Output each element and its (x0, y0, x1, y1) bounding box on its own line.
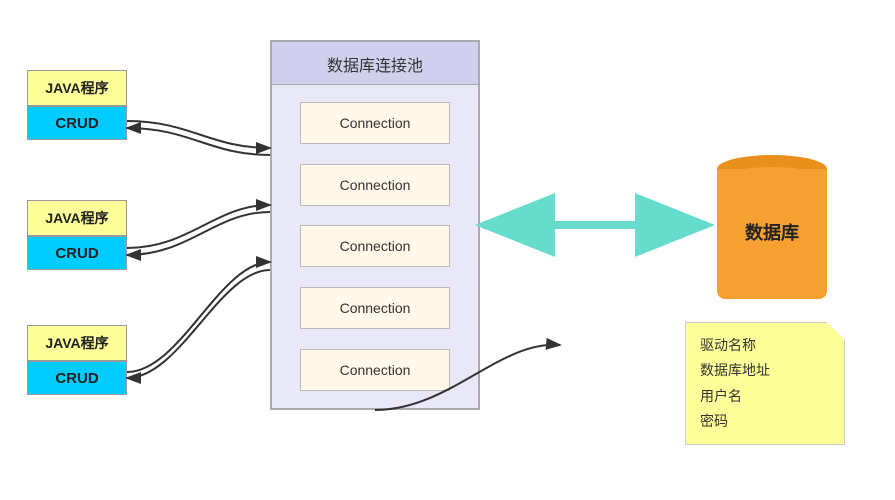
java-program-1: JAVA程序 (27, 70, 127, 106)
database-label: 数据库 (717, 219, 827, 245)
pool-title: 数据库连接池 (272, 42, 478, 85)
java-program-3: JAVA程序 (27, 325, 127, 361)
java-group-1: JAVA程序 CRUD (27, 70, 127, 140)
connection-1: Connection (300, 102, 450, 144)
note-line-4: 密码 (700, 409, 830, 434)
connection-2: Connection (300, 164, 450, 206)
java-group-3: JAVA程序 CRUD (27, 325, 127, 395)
cylinder-cover (717, 167, 827, 195)
note-line-1: 驱动名称 (700, 333, 830, 358)
connection-list: Connection Connection Connection Connect… (272, 85, 478, 408)
crud-box-1: CRUD (27, 106, 127, 140)
database-cylinder: 数据库 (717, 155, 827, 319)
note-line-3: 用户名 (700, 384, 830, 409)
diagram-container: JAVA程序 CRUD JAVA程序 CRUD JAVA程序 CRUD 数据库连… (0, 0, 895, 500)
java-program-2: JAVA程序 (27, 200, 127, 236)
connection-3: Connection (300, 225, 450, 267)
crud-box-2: CRUD (27, 236, 127, 270)
note-line-2: 数据库地址 (700, 358, 830, 383)
connection-4: Connection (300, 287, 450, 329)
note-box: 驱动名称 数据库地址 用户名 密码 (685, 322, 845, 445)
crud-box-3: CRUD (27, 361, 127, 395)
connection-pool: 数据库连接池 Connection Connection Connection … (270, 40, 480, 410)
java-group-2: JAVA程序 CRUD (27, 200, 127, 270)
connection-5: Connection (300, 349, 450, 391)
